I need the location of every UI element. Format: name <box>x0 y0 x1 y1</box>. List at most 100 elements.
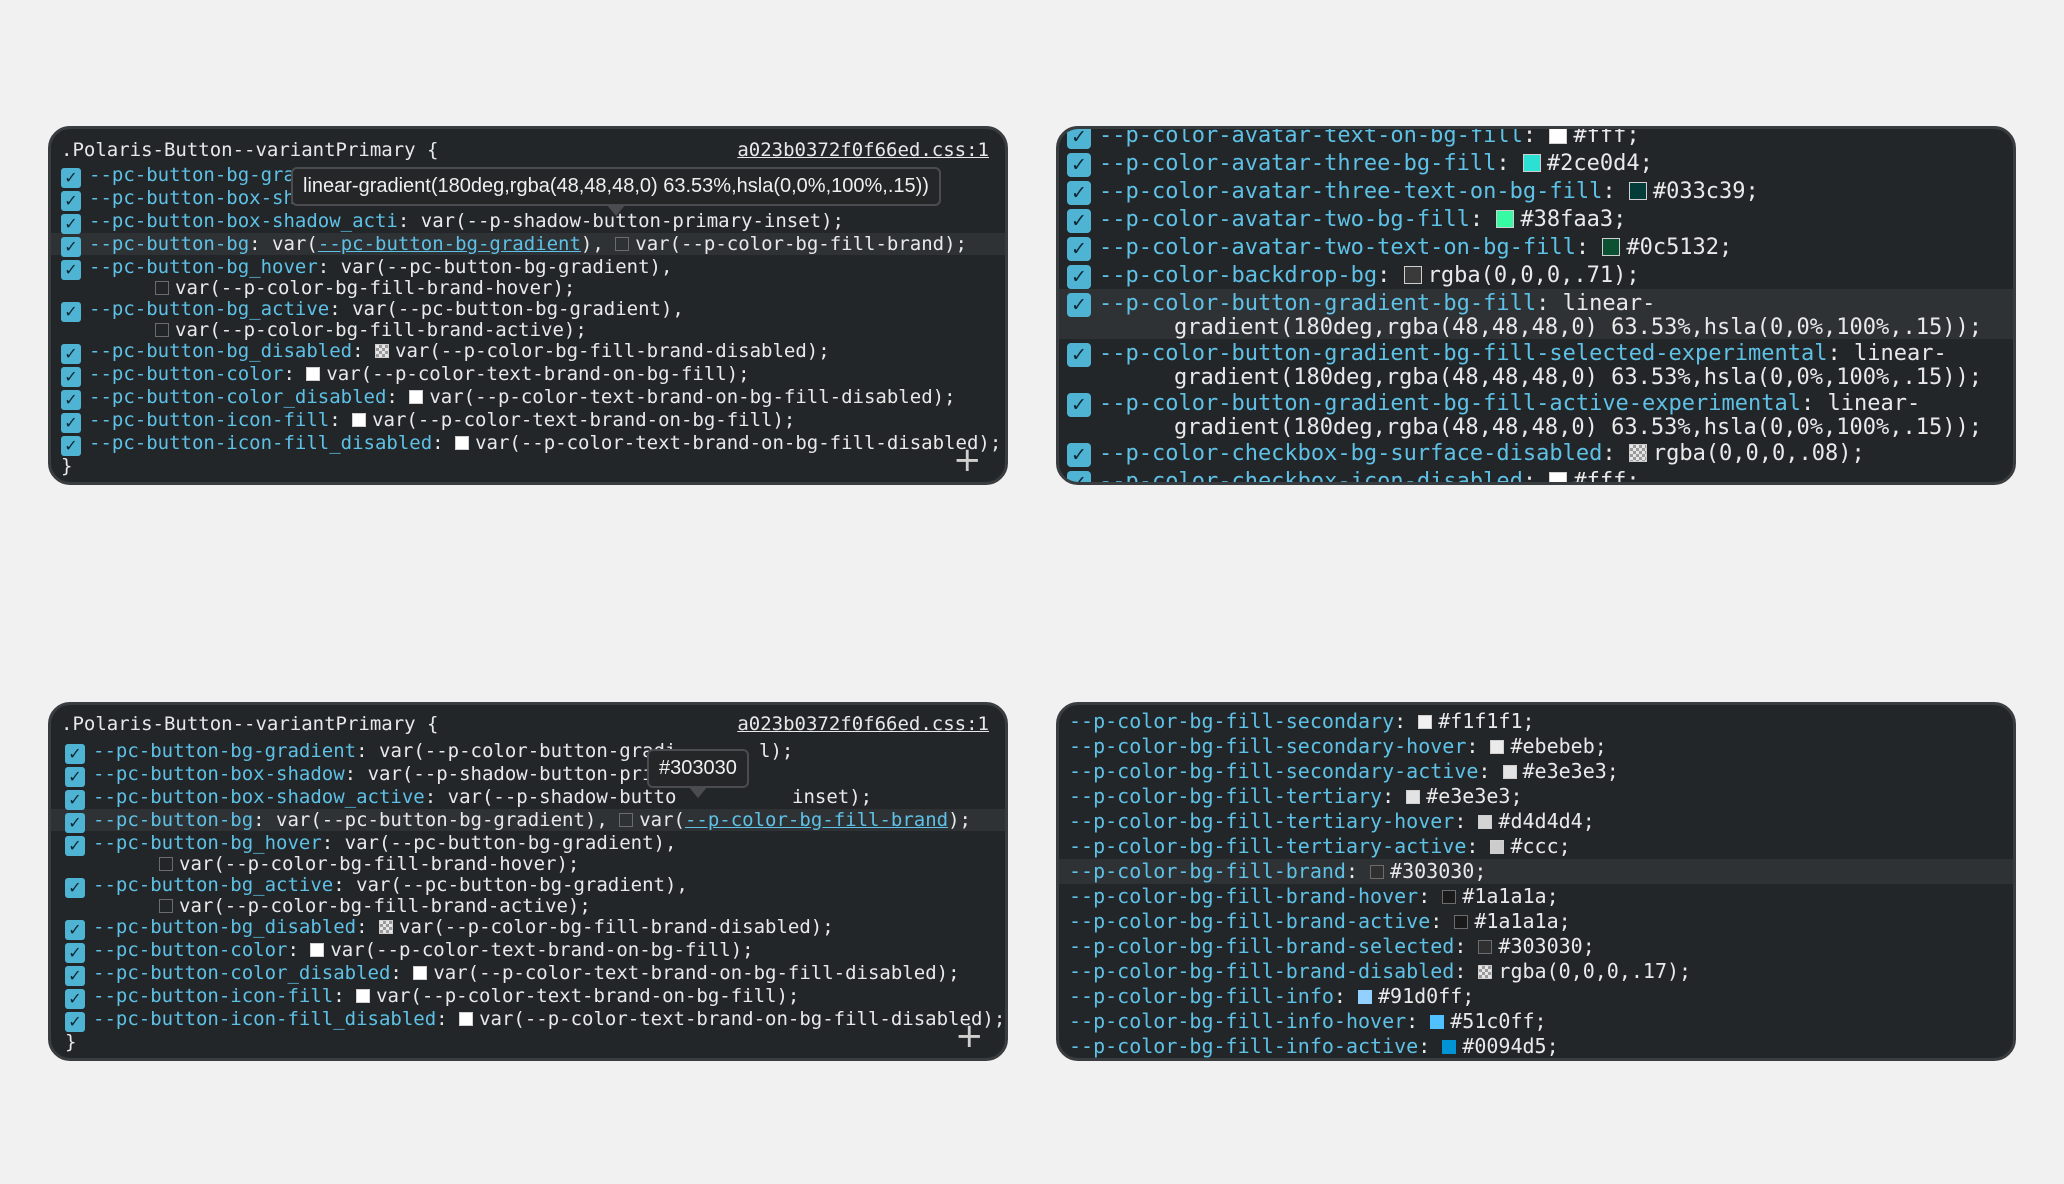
computed-variables-panel-top-right: ✓ --p-color-avatar-text-on-bg-fill: #fff… <box>1056 126 2016 485</box>
property-checkbox[interactable]: ✓ <box>65 920 85 940</box>
property-checkbox[interactable]: ✓ <box>1067 265 1091 289</box>
property-checkbox[interactable]: ✓ <box>65 744 85 764</box>
property-line-continuation: gradient(180deg,rgba(48,48,48,0) 63.53%,… <box>1174 315 1982 340</box>
property-line: --pc-button-bg_active: var(--pc-button-b… <box>89 298 684 320</box>
property-checkbox[interactable]: ✓ <box>65 790 85 810</box>
property-checkbox[interactable]: ✓ <box>61 344 81 364</box>
color-swatch[interactable] <box>155 323 169 337</box>
property-checkbox[interactable]: ✓ <box>1067 471 1091 482</box>
color-swatch[interactable] <box>1358 990 1372 1004</box>
color-swatch[interactable] <box>1442 890 1457 904</box>
color-swatch[interactable] <box>413 966 428 980</box>
property-checkbox[interactable]: ✓ <box>61 214 81 234</box>
property-line: --p-color-button-gradient-bg-fill: linea… <box>1099 291 1656 316</box>
color-swatch[interactable] <box>159 899 173 913</box>
property-line: --pc-button-box-sha <box>89 187 307 209</box>
color-swatch[interactable] <box>409 390 424 404</box>
variable-link[interactable]: --p-color-bg-fill-brand <box>685 809 948 831</box>
color-swatch[interactable] <box>1418 715 1433 729</box>
color-swatch[interactable] <box>1442 1040 1457 1054</box>
styles-panel-top-left: .Polaris-Button--variantPrimary { a023b0… <box>48 126 1008 485</box>
color-swatch[interactable] <box>310 943 325 957</box>
property-checkbox[interactable]: ✓ <box>61 168 81 188</box>
color-swatch[interactable] <box>1403 266 1422 284</box>
property-checkbox[interactable]: ✓ <box>61 436 81 456</box>
property-checkbox[interactable]: ✓ <box>65 878 85 898</box>
property-line: --p-color-backdrop-bg: rgba(0,0,0,.71); <box>1099 263 1640 288</box>
color-swatch[interactable] <box>1478 965 1493 979</box>
property-line: --pc-button-color: var(--p-color-text-br… <box>89 363 750 385</box>
property-checkbox[interactable]: ✓ <box>1067 443 1091 467</box>
property-checkbox[interactable]: ✓ <box>61 367 81 387</box>
property-checkbox[interactable]: ✓ <box>65 813 85 833</box>
property-checkbox[interactable]: ✓ <box>1067 237 1091 261</box>
property-checkbox[interactable]: ✓ <box>1067 209 1091 233</box>
property-checkbox[interactable]: ✓ <box>61 237 81 257</box>
color-swatch[interactable] <box>455 436 470 450</box>
add-property-button[interactable]: + <box>953 443 982 477</box>
property-line-continuation: var(--p-color-bg-fill-brand-hover); <box>155 277 575 300</box>
color-swatch[interactable] <box>1490 740 1505 754</box>
property-checkbox[interactable]: ✓ <box>61 413 81 433</box>
property-checkbox[interactable]: ✓ <box>65 943 85 963</box>
color-swatch[interactable] <box>1478 815 1493 829</box>
property-checkbox[interactable]: ✓ <box>61 390 81 410</box>
color-swatch[interactable] <box>1628 444 1647 462</box>
property-line: --p-color-bg-fill-brand-disabled: rgba(0… <box>1069 959 1692 983</box>
property-checkbox[interactable]: ✓ <box>61 302 81 322</box>
property-line: --p-color-button-gradient-bg-fill-active… <box>1099 391 1921 416</box>
variable-link[interactable]: --pc-button-bg-gradient <box>318 233 581 255</box>
property-line: --p-color-avatar-three-text-on-bg-fill: … <box>1099 179 1759 204</box>
value-tooltip: #303030 <box>647 749 749 798</box>
color-swatch[interactable] <box>306 367 321 381</box>
color-swatch[interactable] <box>356 989 371 1003</box>
property-checkbox[interactable]: ✓ <box>1067 393 1091 417</box>
color-swatch[interactable] <box>1496 210 1515 228</box>
property-line: --pc-button-bg-gradient: var(--p-color-b… <box>93 740 677 762</box>
property-line-continuation: gradient(180deg,rgba(48,48,48,0) 63.53%,… <box>1174 415 1982 440</box>
property-checkbox[interactable]: ✓ <box>65 966 85 986</box>
color-swatch[interactable] <box>159 857 173 871</box>
property-checkbox[interactable]: ✓ <box>1067 129 1091 149</box>
color-swatch[interactable] <box>1370 865 1385 879</box>
color-swatch[interactable] <box>619 813 634 827</box>
property-checkbox[interactable]: ✓ <box>65 989 85 1009</box>
property-checkbox[interactable]: ✓ <box>1067 343 1091 367</box>
color-swatch[interactable] <box>1478 940 1493 954</box>
color-swatch[interactable] <box>375 344 389 358</box>
property-line: --pc-button-bg: var(--pc-button-bg-gradi… <box>93 809 971 831</box>
color-swatch[interactable] <box>1490 840 1505 854</box>
property-checkbox[interactable]: ✓ <box>61 191 81 211</box>
property-checkbox[interactable]: ✓ <box>1067 153 1091 177</box>
property-checkbox[interactable]: ✓ <box>1067 293 1091 317</box>
color-swatch[interactable] <box>379 920 393 934</box>
property-checkbox[interactable]: ✓ <box>1067 181 1091 205</box>
property-checkbox[interactable]: ✓ <box>65 836 85 856</box>
color-swatch[interactable] <box>1406 790 1421 804</box>
color-swatch[interactable] <box>1502 765 1517 779</box>
color-swatch[interactable] <box>1549 472 1568 482</box>
color-swatch[interactable] <box>459 1012 474 1026</box>
property-line: --p-color-avatar-three-bg-fill: #2ce0d4; <box>1099 151 1653 176</box>
property-checkbox[interactable]: ✓ <box>61 260 81 280</box>
rule-selector: .Polaris-Button--variantPrimary { <box>61 139 439 161</box>
source-link[interactable]: a023b0372f0f66ed.css:1 <box>737 713 989 735</box>
property-line: --p-color-button-gradient-bg-fill-select… <box>1099 341 1947 366</box>
color-swatch[interactable] <box>352 413 367 427</box>
color-swatch[interactable] <box>615 237 630 251</box>
color-swatch[interactable] <box>155 281 169 295</box>
property-line: --p-color-bg-fill-brand-active: #1a1a1a; <box>1069 909 1571 933</box>
property-checkbox[interactable]: ✓ <box>65 767 85 787</box>
color-swatch[interactable] <box>1454 915 1469 929</box>
color-swatch[interactable] <box>1602 238 1621 256</box>
property-line: --p-color-checkbox-icon-disabled: #fff; <box>1099 469 1640 482</box>
property-checkbox[interactable]: ✓ <box>65 1012 85 1032</box>
color-swatch[interactable] <box>1430 1015 1445 1029</box>
color-swatch[interactable] <box>1549 129 1568 144</box>
property-line: --p-color-bg-fill-tertiary-hover: #d4d4d… <box>1069 809 1595 833</box>
color-swatch[interactable] <box>1522 154 1541 172</box>
add-property-button[interactable]: + <box>955 1019 984 1053</box>
source-link[interactable]: a023b0372f0f66ed.css:1 <box>737 139 989 161</box>
color-swatch[interactable] <box>1628 182 1647 200</box>
rule-selector: .Polaris-Button--variantPrimary { <box>61 713 439 735</box>
